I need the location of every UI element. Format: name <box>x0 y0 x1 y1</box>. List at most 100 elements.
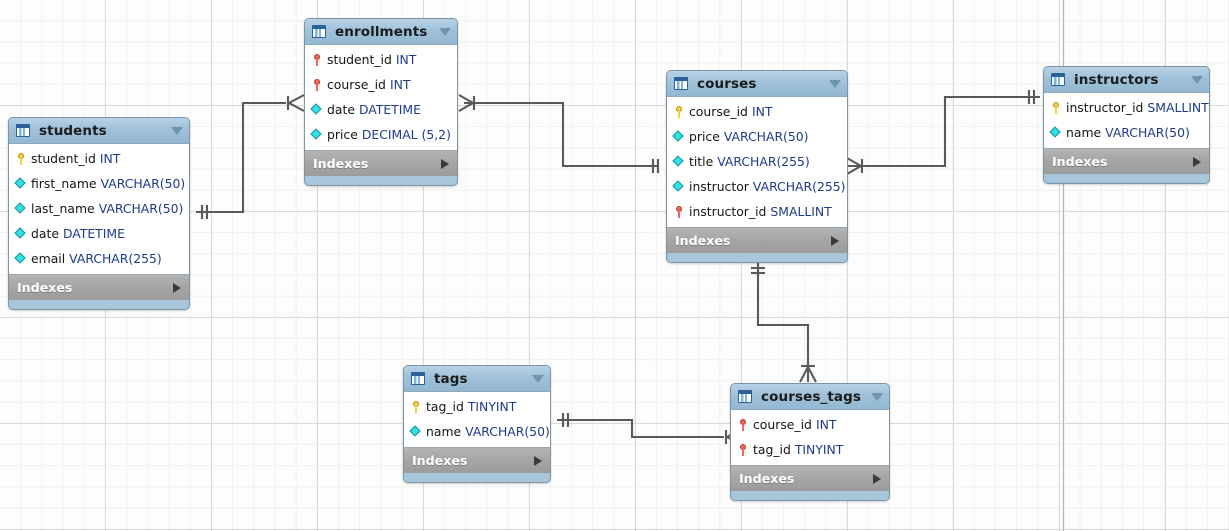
chevron-right-icon[interactable] <box>173 282 181 293</box>
indexes-section-tags[interactable]: Indexes <box>404 448 550 473</box>
table-name: students <box>39 122 107 139</box>
indexes-label: Indexes <box>739 471 795 486</box>
column-icon <box>673 179 686 194</box>
indexes-section-courses[interactable]: Indexes <box>667 228 847 253</box>
column-name: email <box>31 251 66 266</box>
chevron-down-icon[interactable] <box>871 392 883 401</box>
column-row[interactable]: instructor VARCHAR(255) <box>667 174 847 199</box>
table-students[interactable]: students student_id INT first_name VARCH… <box>8 117 190 310</box>
column-name: instructor_id <box>1066 100 1144 115</box>
table-header-courses-tags[interactable]: courses_tags <box>731 384 889 410</box>
column-row[interactable]: name VARCHAR(50) <box>404 419 550 444</box>
relationship-courses-courses_tags[interactable] <box>751 262 817 383</box>
indexes-section-courses-tags[interactable]: Indexes <box>731 466 889 491</box>
column-row[interactable]: price DECIMAL (5,2) <box>305 122 457 147</box>
primary-key-icon <box>1050 100 1063 115</box>
column-type: INT <box>99 151 121 166</box>
column-name: name <box>1066 125 1102 140</box>
column-type: VARCHAR(255) <box>69 251 162 266</box>
column-row[interactable]: course_id INT <box>731 412 889 437</box>
column-row[interactable]: price VARCHAR(50) <box>667 124 847 149</box>
table-header-enrollments[interactable]: enrollments <box>305 19 457 45</box>
column-row[interactable]: instructor_id SMALLINT <box>667 199 847 224</box>
chevron-down-icon[interactable] <box>171 126 183 135</box>
column-row[interactable]: last_name VARCHAR(50) <box>9 196 189 221</box>
column-row[interactable]: date DATETIME <box>305 97 457 122</box>
column-name: student_id <box>31 151 96 166</box>
column-type: SMALLINT <box>770 204 832 219</box>
column-row[interactable]: email VARCHAR(255) <box>9 246 189 271</box>
column-icon <box>15 176 28 191</box>
primary-key-icon <box>15 151 28 166</box>
column-row[interactable]: instructor_id SMALLINT <box>1044 95 1209 120</box>
column-type: DATETIME <box>358 102 421 117</box>
column-row[interactable]: course_id INT <box>305 72 457 97</box>
chevron-down-icon[interactable] <box>1191 75 1203 84</box>
table-courses-tags[interactable]: courses_tags course_id INT tag_id TINYIN… <box>730 383 890 501</box>
column-icon <box>15 226 28 241</box>
relationship-tags-courses_tags[interactable] <box>557 413 743 446</box>
column-type: TINYINT <box>794 442 844 457</box>
column-icon <box>15 201 28 216</box>
chevron-right-icon[interactable] <box>534 455 542 466</box>
indexes-section-students[interactable]: Indexes <box>9 275 189 300</box>
column-row[interactable]: title VARCHAR(255) <box>667 149 847 174</box>
chevron-right-icon[interactable] <box>1193 156 1201 167</box>
column-row[interactable]: tag_id TINYINT <box>731 437 889 462</box>
column-type: VARCHAR(50) <box>98 201 184 216</box>
column-list-instructors: instructor_id SMALLINT name VARCHAR(50) <box>1044 93 1209 149</box>
table-name: enrollments <box>335 23 428 40</box>
column-name: last_name <box>31 201 95 216</box>
column-name: course_id <box>327 77 386 92</box>
column-name: date <box>327 102 355 117</box>
primary-key-icon <box>673 104 686 119</box>
indexes-label: Indexes <box>17 280 73 295</box>
table-header-courses[interactable]: courses <box>667 71 847 97</box>
column-type: INT <box>395 52 417 67</box>
column-list-courses: course_id INT price VARCHAR(50) title VA… <box>667 97 847 228</box>
table-instructors[interactable]: instructors instructor_id SMALLINT name … <box>1043 66 1210 184</box>
table-tags[interactable]: tags tag_id TINYINT name VARCHAR(50) Ind… <box>403 365 551 483</box>
indexes-label: Indexes <box>675 233 731 248</box>
column-list-students: student_id INT first_name VARCHAR(50) la… <box>9 144 189 275</box>
chevron-right-icon[interactable] <box>441 158 449 169</box>
column-row[interactable]: course_id INT <box>667 99 847 124</box>
relationship-students-enrollments[interactable] <box>196 94 305 219</box>
column-row[interactable]: student_id INT <box>305 47 457 72</box>
column-type: VARCHAR(50) <box>465 424 550 439</box>
column-name: price <box>327 127 358 142</box>
foreign-key-icon <box>311 77 324 92</box>
primary-key-icon <box>410 399 423 414</box>
table-icon <box>16 124 30 137</box>
chevron-right-icon[interactable] <box>831 235 839 246</box>
column-name: first_name <box>31 176 97 191</box>
foreign-key-icon <box>737 442 750 457</box>
column-type: VARCHAR(50) <box>100 176 186 191</box>
relationship-enrollments-courses[interactable] <box>458 94 660 173</box>
indexes-section-enrollments[interactable]: Indexes <box>305 151 457 176</box>
chevron-right-icon[interactable] <box>873 473 881 484</box>
chevron-down-icon[interactable] <box>532 374 544 383</box>
table-header-students[interactable]: students <box>9 118 189 144</box>
column-list-enrollments: student_id INT course_id INT date DATETI… <box>305 45 457 151</box>
table-header-instructors[interactable]: instructors <box>1044 67 1209 93</box>
table-name: tags <box>434 370 468 387</box>
column-name: course_id <box>689 104 748 119</box>
foreign-key-icon <box>737 417 750 432</box>
table-enrollments[interactable]: enrollments student_id INT course_id INT… <box>304 18 458 186</box>
column-name: date <box>31 226 59 241</box>
column-row[interactable]: tag_id TINYINT <box>404 394 550 419</box>
column-row[interactable]: name VARCHAR(50) <box>1044 120 1209 145</box>
column-row[interactable]: student_id INT <box>9 146 189 171</box>
column-row[interactable]: date DATETIME <box>9 221 189 246</box>
chevron-down-icon[interactable] <box>439 27 451 36</box>
chevron-down-icon[interactable] <box>829 79 841 88</box>
indexes-label: Indexes <box>412 453 468 468</box>
column-row[interactable]: first_name VARCHAR(50) <box>9 171 189 196</box>
table-header-tags[interactable]: tags <box>404 366 550 392</box>
column-type: VARCHAR(50) <box>1105 125 1190 140</box>
relationship-courses-instructors[interactable] <box>846 90 1040 175</box>
er-diagram-canvas[interactable]: students student_id INT first_name VARCH… <box>0 0 1229 531</box>
table-courses[interactable]: courses course_id INT price VARCHAR(50) … <box>666 70 848 263</box>
indexes-section-instructors[interactable]: Indexes <box>1044 149 1209 174</box>
